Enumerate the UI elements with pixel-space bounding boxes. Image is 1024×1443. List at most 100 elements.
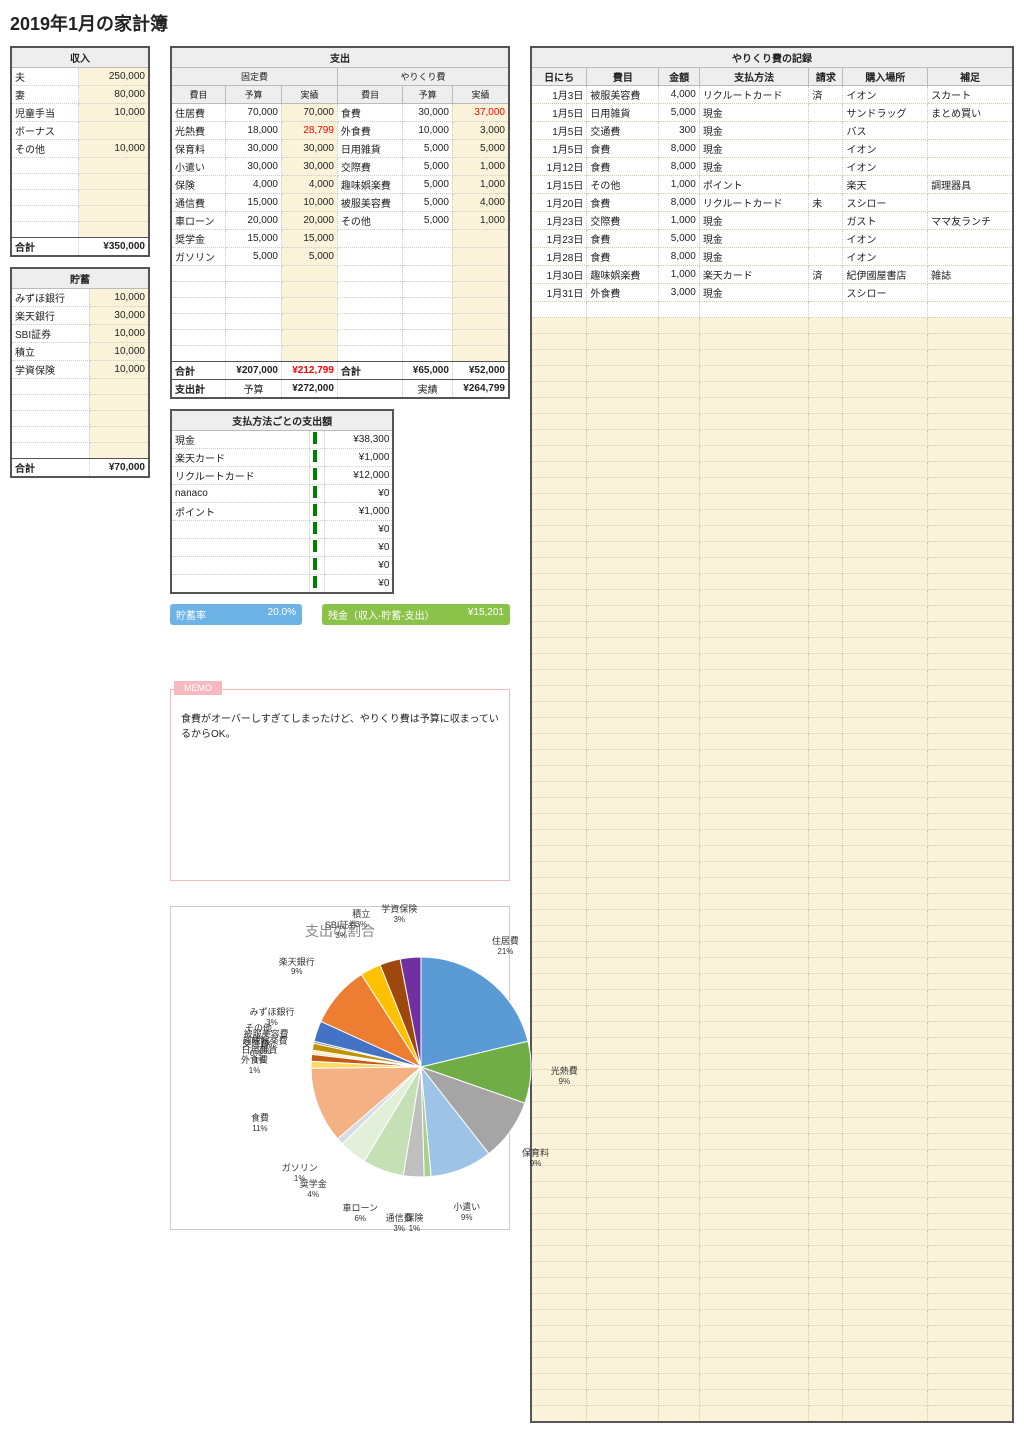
table-row <box>531 1150 1013 1166</box>
chart-label: みずほ銀行3% <box>249 1008 294 1028</box>
table-row <box>531 1166 1013 1182</box>
memo-box: 食費がオーバーしすぎてしまったけど、やりくり費は予算に収まっているからOK。 <box>170 689 510 881</box>
table-row <box>531 382 1013 398</box>
table-row: 車ローン20,00020,000その他5,0001,000 <box>171 212 509 230</box>
table-row <box>531 478 1013 494</box>
table-row <box>531 734 1013 750</box>
table-row: 通信費15,00010,000被服美容費5,0004,000 <box>171 194 509 212</box>
table-row: 1月5日食費8,000現金イオン <box>531 140 1013 158</box>
income-total-label: 合計 <box>11 238 79 257</box>
table-row: 1月31日外食費3,000現金スシロー <box>531 284 1013 302</box>
income-header: 収入 <box>11 47 149 68</box>
table-row <box>171 330 509 346</box>
chart-label: ガソリン1% <box>282 1164 318 1184</box>
table-row <box>531 974 1013 990</box>
table-row: 妻80,000 <box>11 86 149 104</box>
table-row <box>11 206 149 222</box>
table-row: 楽天銀行30,000 <box>11 307 149 325</box>
table-row: ¥0 <box>171 521 393 539</box>
table-row <box>531 1214 1013 1230</box>
table-row <box>531 990 1013 1006</box>
table-row <box>531 1070 1013 1086</box>
table-row <box>531 1054 1013 1070</box>
table-row: 1月3日被服美容費4,000リクルートカード済イオンスカート <box>531 86 1013 104</box>
table-row: ボーナス <box>11 122 149 140</box>
table-row <box>531 1038 1013 1054</box>
savings-table: 貯蓄 みずほ銀行10,000楽天銀行30,000SBI証券10,000積立10,… <box>10 267 150 478</box>
table-row <box>531 766 1013 782</box>
table-row <box>531 862 1013 878</box>
table-row <box>171 346 509 362</box>
table-row <box>531 1118 1013 1134</box>
table-row <box>531 334 1013 350</box>
table-row <box>531 558 1013 574</box>
remain-pill: 残金（収入-貯蓄-支出） ¥15,201 <box>322 604 510 625</box>
table-row <box>531 510 1013 526</box>
table-row <box>531 430 1013 446</box>
table-row <box>531 622 1013 638</box>
table-row <box>531 414 1013 430</box>
table-row <box>531 910 1013 926</box>
table-row <box>171 298 509 314</box>
table-row <box>531 1374 1013 1390</box>
table-row <box>11 411 149 427</box>
table-row <box>531 750 1013 766</box>
page-title: 2019年1月の家計簿 <box>10 10 1014 36</box>
table-row: 1月5日日用雑貨5,000現金サンドラッグまとめ買い <box>531 104 1013 122</box>
table-row <box>11 443 149 459</box>
table-row: 1月30日趣味娯楽費1,000楽天カード済紀伊國屋書店雑誌 <box>531 266 1013 284</box>
table-row <box>531 718 1013 734</box>
table-row <box>11 379 149 395</box>
table-row <box>531 702 1013 718</box>
table-row: 1月5日交通費300現金バス <box>531 122 1013 140</box>
table-row: 1月20日食費8,000リクルートカード未スシロー <box>531 194 1013 212</box>
table-row: 現金¥38,300 <box>171 431 393 449</box>
table-row: 小遣い30,00030,000交際費5,0001,000 <box>171 158 509 176</box>
table-row: 1月12日食費8,000現金イオン <box>531 158 1013 176</box>
fixed-header: 固定費 <box>171 68 337 86</box>
table-row: ポイント¥1,000 <box>171 503 393 521</box>
table-row: 1月28日食費8,000現金イオン <box>531 248 1013 266</box>
table-row <box>11 395 149 411</box>
table-row: 児童手当10,000 <box>11 104 149 122</box>
table-row: その他10,000 <box>11 140 149 158</box>
table-row <box>531 1198 1013 1214</box>
table-row: SBI証券10,000 <box>11 325 149 343</box>
table-row <box>531 1294 1013 1310</box>
table-row: ガソリン5,0005,000 <box>171 248 509 266</box>
table-row <box>531 830 1013 846</box>
income-table: 収入 夫250,000妻80,000児童手当10,000ボーナスその他10,00… <box>10 46 150 257</box>
table-row <box>531 446 1013 462</box>
table-row: 1月23日交際費1,000現金ガストママ友ランチ <box>531 212 1013 230</box>
table-row <box>531 1006 1013 1022</box>
table-row: 1月23日食費5,000現金イオン <box>531 230 1013 248</box>
table-row <box>531 1390 1013 1406</box>
by-method-table: 支払方法ごとの支出額 現金¥38,300楽天カード¥1,000リクルートカード¥… <box>170 409 394 594</box>
chart-label: 楽天銀行9% <box>279 958 315 978</box>
table-row <box>171 314 509 330</box>
log-header: やりくり費の記録 <box>531 47 1013 68</box>
table-row <box>531 318 1013 334</box>
table-row <box>531 1102 1013 1118</box>
chart-label: 積立3% <box>352 910 370 930</box>
table-row <box>531 1326 1013 1342</box>
table-row <box>531 366 1013 382</box>
table-row <box>531 606 1013 622</box>
memo-tag: MEMO <box>174 681 222 695</box>
table-row <box>11 174 149 190</box>
table-row <box>531 894 1013 910</box>
table-row <box>531 1086 1013 1102</box>
table-row <box>531 1262 1013 1278</box>
table-row: 積立10,000 <box>11 343 149 361</box>
savings-total-label: 合計 <box>11 459 89 478</box>
savings-rate-pill: 貯蓄率 20.0% <box>170 604 302 625</box>
table-row <box>531 1278 1013 1294</box>
table-row <box>531 798 1013 814</box>
table-row <box>531 686 1013 702</box>
table-row <box>11 158 149 174</box>
table-row: 1月15日その他1,000ポイント楽天調理器具 <box>531 176 1013 194</box>
table-row <box>531 590 1013 606</box>
table-row: nanaco¥0 <box>171 485 393 503</box>
table-row: 光熱費18,00028,799外食費10,0003,000 <box>171 122 509 140</box>
chart-label: 食費11% <box>251 1114 269 1134</box>
